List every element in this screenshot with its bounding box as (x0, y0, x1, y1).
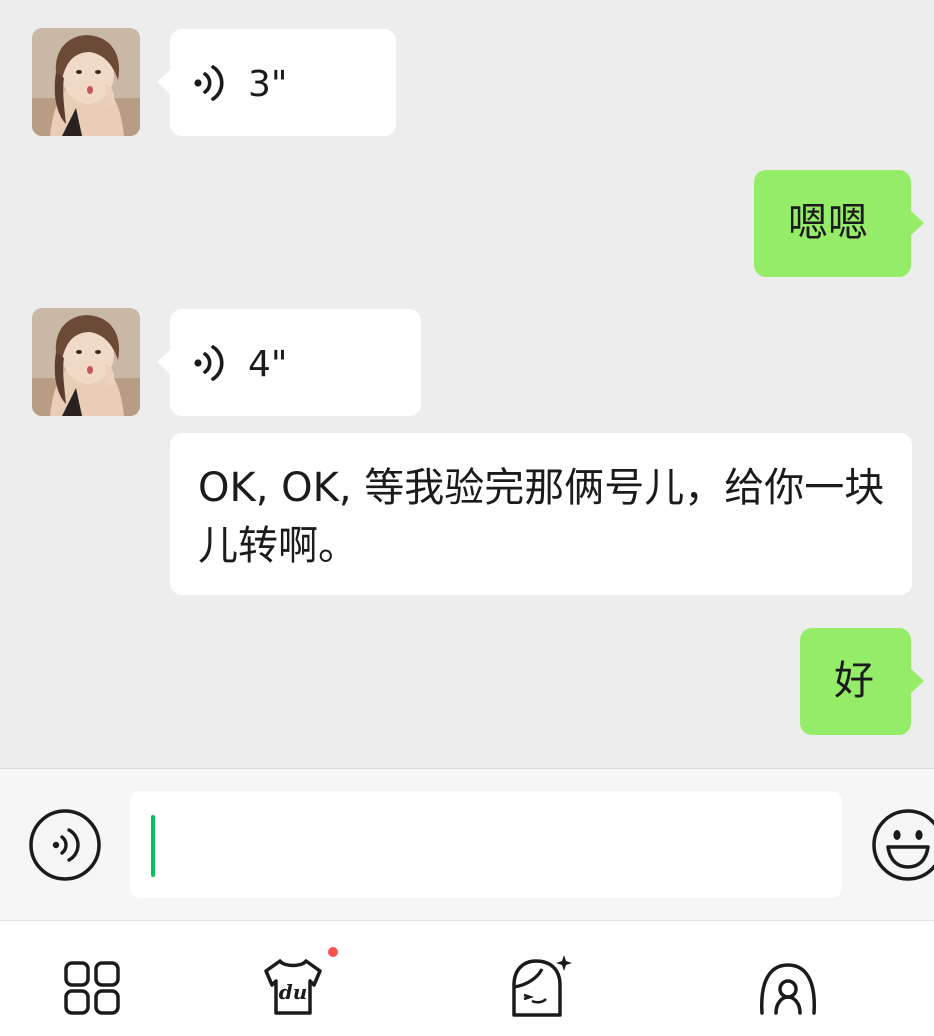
apps-grid-button[interactable] (62, 951, 126, 1021)
du-shirt-icon: du (264, 959, 322, 1015)
contact-avatar[interactable] (32, 28, 140, 136)
voice-icon (192, 63, 228, 107)
incoming-message-bubble[interactable]: OK, OK, 等我验完那俩号儿，给你一块儿转啊。 (170, 433, 912, 595)
listen-button[interactable] (756, 951, 820, 1021)
voice-duration: 3" (248, 64, 288, 105)
chat-area: 3" 嗯嗯 4" OK, OK, 等我验完那俩号儿，给你一块儿转啊。 好 (0, 0, 934, 768)
voice-icon (29, 809, 101, 881)
outgoing-message-bubble[interactable]: 嗯嗯 (754, 170, 924, 277)
text-caret (151, 815, 155, 877)
emoji-button[interactable] (870, 807, 934, 883)
voice-input-toggle[interactable] (29, 809, 101, 881)
emoji-icon (872, 809, 934, 881)
headset-icon (760, 963, 816, 1015)
notification-dot (328, 947, 338, 957)
voice-message-bubble[interactable]: 3" (157, 29, 396, 136)
outgoing-message-bubble[interactable]: 好 (800, 628, 924, 735)
voice-duration: 4" (248, 344, 288, 385)
girl-sticker-icon (512, 955, 572, 1017)
message-input[interactable] (130, 791, 842, 898)
voice-icon (192, 343, 228, 387)
message-text: 好 (834, 658, 874, 704)
sticker-button[interactable] (506, 951, 576, 1021)
svg-text:du: du (279, 980, 308, 1004)
voice-message-bubble[interactable]: 4" (157, 309, 421, 416)
bottom-toolbar: du (0, 920, 934, 1036)
message-text: 嗯嗯 (788, 200, 868, 246)
message-text: OK, OK, 等我验完那俩号儿，给你一块儿转啊。 (198, 465, 885, 569)
contact-avatar[interactable] (32, 308, 140, 416)
du-shirt-button[interactable]: du (258, 951, 328, 1021)
input-bar (0, 768, 934, 920)
grid-icon (64, 961, 120, 1015)
